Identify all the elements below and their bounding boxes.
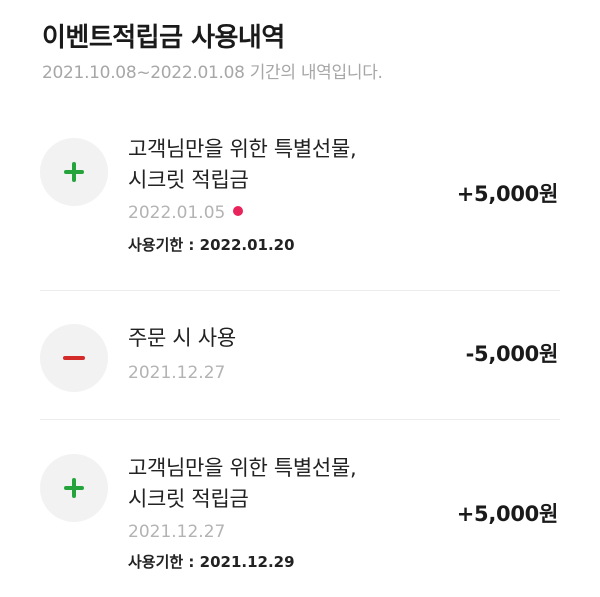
page-title: 이벤트적립금 사용내역: [42, 23, 285, 53]
expiry-date: 2022.01.20: [199, 236, 295, 254]
entry-date: 2022.01.05: [128, 201, 244, 225]
entry-amount: -5,000원: [465, 342, 559, 366]
entry-description-line2: 시크릿 적립금: [128, 487, 249, 511]
entry-date-text: 2021.12.27: [128, 522, 226, 542]
divider: [40, 419, 560, 420]
period-description: 2021.10.08~2022.01.08 기간의 내역입니다.: [42, 63, 383, 83]
entry-expiry: 사용기한 : 2022.01.20: [128, 234, 295, 256]
plus-icon: [40, 138, 108, 206]
expiry-label: 사용기한 :: [128, 236, 200, 254]
plus-icon: [40, 454, 108, 522]
minus-icon: [40, 324, 108, 392]
entry-date-text: 2022.01.05: [128, 203, 226, 223]
entry-amount: +5,000원: [456, 182, 559, 206]
expiry-date: 2021.12.29: [199, 553, 295, 571]
entry-date-text: 2021.12.27: [128, 363, 226, 383]
entry-description-line1: 주문 시 사용: [128, 326, 236, 350]
new-indicator-dot: [233, 206, 244, 216]
entry-expiry: 사용기한 : 2021.12.29: [128, 551, 295, 573]
entry-description-line1: 고객님만을 위한 특별선물,: [128, 456, 357, 480]
entry-date: 2021.12.27: [128, 361, 225, 385]
page-header: 이벤트적립금 사용내역 2021.10.08~2022.01.08 기간의 내역…: [42, 18, 580, 86]
entry-date: 2021.12.27: [128, 520, 225, 544]
expiry-label: 사용기한 :: [128, 553, 200, 571]
entry-amount: +5,000원: [456, 502, 559, 526]
entry-description-line1: 고객님만을 위한 특별선물,: [128, 137, 357, 161]
entry-description-line2: 시크릿 적립금: [128, 168, 249, 192]
divider: [40, 290, 560, 291]
